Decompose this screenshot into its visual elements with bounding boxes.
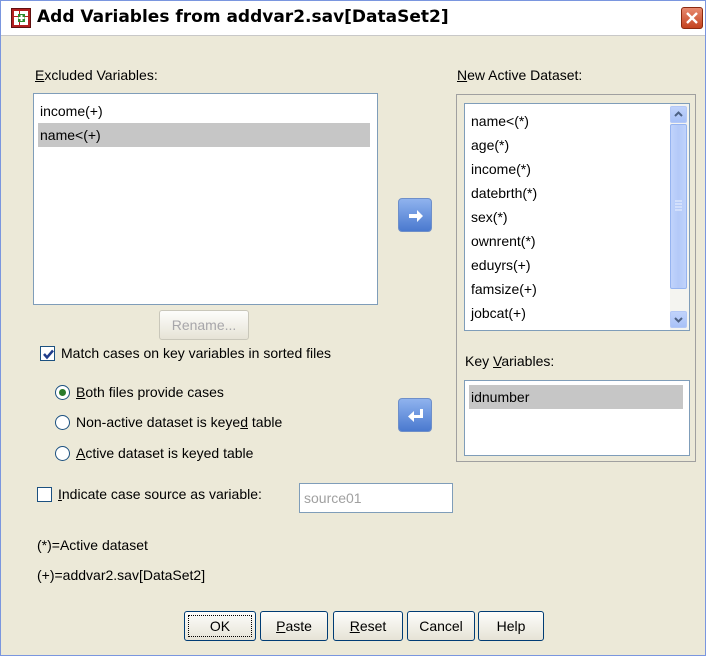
radio-active-keyed-label-a: A xyxy=(76,445,86,461)
arrow-return-left-icon xyxy=(408,409,423,422)
key-variables-list[interactable]: idnumber xyxy=(464,380,690,456)
excluded-variables-list[interactable]: income(+) name<(+) xyxy=(33,93,378,305)
scroll-up-button[interactable] xyxy=(670,106,687,123)
close-button[interactable] xyxy=(681,7,703,29)
radio-non-active-keyed-label-c: table xyxy=(248,414,283,430)
list-item[interactable]: income(+) xyxy=(38,99,370,123)
radio-dot xyxy=(59,389,66,396)
radio-non-active-keyed-label[interactable]: Non-active dataset is keyed table xyxy=(76,414,282,430)
list-item[interactable]: eduyrs(+) xyxy=(469,253,531,277)
radio-active-keyed-label-b: ctive dataset is keyed table xyxy=(85,445,254,461)
match-cases-checkbox[interactable] xyxy=(40,346,55,361)
list-item[interactable]: income(*) xyxy=(469,157,531,181)
grip-icon xyxy=(675,200,682,211)
cancel-button[interactable]: Cancel xyxy=(407,611,475,641)
arrow-right-icon xyxy=(409,210,423,222)
source-variable-input[interactable]: source01 xyxy=(299,483,453,513)
reset-label-a: R xyxy=(349,618,360,634)
new-active-dataset-label: New Active Dataset: xyxy=(457,67,583,83)
indicate-source-label-b: ndicate case source as variable: xyxy=(61,486,262,502)
list-item[interactable]: age(*) xyxy=(469,133,509,157)
chevron-down-icon xyxy=(674,317,683,323)
radio-both-files[interactable] xyxy=(55,385,70,400)
radio-non-active-keyed[interactable] xyxy=(55,415,70,430)
checkmark-icon xyxy=(43,349,54,360)
paste-button[interactable]: Paste xyxy=(260,611,328,641)
spss-dialog-icon xyxy=(11,8,31,28)
radio-non-active-keyed-label-a: Non-active dataset is keye xyxy=(76,414,241,430)
match-cases-label[interactable]: Match cases on key variables in sorted f… xyxy=(61,345,331,361)
scroll-thumb[interactable] xyxy=(670,124,687,289)
ok-button[interactable]: OK xyxy=(184,611,256,641)
add-variables-dialog: Add Variables from addvar2.sav[DataSet2]… xyxy=(0,0,706,656)
excluded-variables-label: Excluded Variables: xyxy=(35,67,158,83)
reset-label-b: eset xyxy=(359,618,387,634)
excluded-variables-label-rest: xcluded Variables: xyxy=(44,67,158,83)
paste-label-b: aste xyxy=(285,618,312,634)
new-active-dataset-label-rest: ew Active Dataset: xyxy=(467,67,583,83)
list-item-selected[interactable]: idnumber xyxy=(469,385,683,409)
list-item[interactable]: jobcat(+) xyxy=(469,301,526,325)
indicate-source-label[interactable]: Indicate case source as variable: xyxy=(58,486,262,502)
close-icon xyxy=(686,12,698,24)
list-item[interactable]: ownrent(*) xyxy=(469,229,536,253)
scroll-down-button[interactable] xyxy=(670,311,687,328)
list-item[interactable]: datebrth(*) xyxy=(469,181,537,205)
vertical-scrollbar[interactable] xyxy=(670,104,689,330)
legend-other: (+)=addvar2.sav[DataSet2] xyxy=(37,567,206,583)
chevron-up-icon xyxy=(674,111,683,117)
radio-active-keyed[interactable] xyxy=(55,446,70,461)
list-item-selected[interactable]: name<(+) xyxy=(38,123,370,147)
radio-both-files-label-b: oth files provide cases xyxy=(85,384,224,400)
title-bar[interactable]: Add Variables from addvar2.sav[DataSet2] xyxy=(1,1,705,36)
indicate-source-checkbox[interactable] xyxy=(37,487,52,502)
rename-button[interactable]: Rename... xyxy=(159,310,249,340)
key-variables-label-c: ariables: xyxy=(501,353,555,369)
list-item[interactable]: sex(*) xyxy=(469,205,508,229)
radio-both-files-label[interactable]: Both files provide cases xyxy=(76,384,224,400)
help-button[interactable]: Help xyxy=(478,611,544,641)
radio-non-active-keyed-label-b: d xyxy=(240,414,248,430)
reset-button[interactable]: Reset xyxy=(333,611,403,641)
window-title: Add Variables from addvar2.sav[DataSet2] xyxy=(37,7,449,27)
list-item[interactable]: name<(*) xyxy=(469,109,529,133)
legend-active: (*)=Active dataset xyxy=(37,537,148,553)
radio-active-keyed-label[interactable]: Active dataset is keyed table xyxy=(76,445,253,461)
move-left-button[interactable] xyxy=(398,398,432,432)
key-variables-label-a: Key xyxy=(465,353,494,369)
key-variables-label: Key Variables: xyxy=(465,353,554,369)
new-active-dataset-list[interactable]: name<(*) age(*) income(*) datebrth(*) se… xyxy=(464,103,690,331)
radio-both-files-label-a: B xyxy=(76,384,86,400)
move-right-button[interactable] xyxy=(398,198,432,232)
list-item[interactable]: famsize(+) xyxy=(469,277,537,301)
